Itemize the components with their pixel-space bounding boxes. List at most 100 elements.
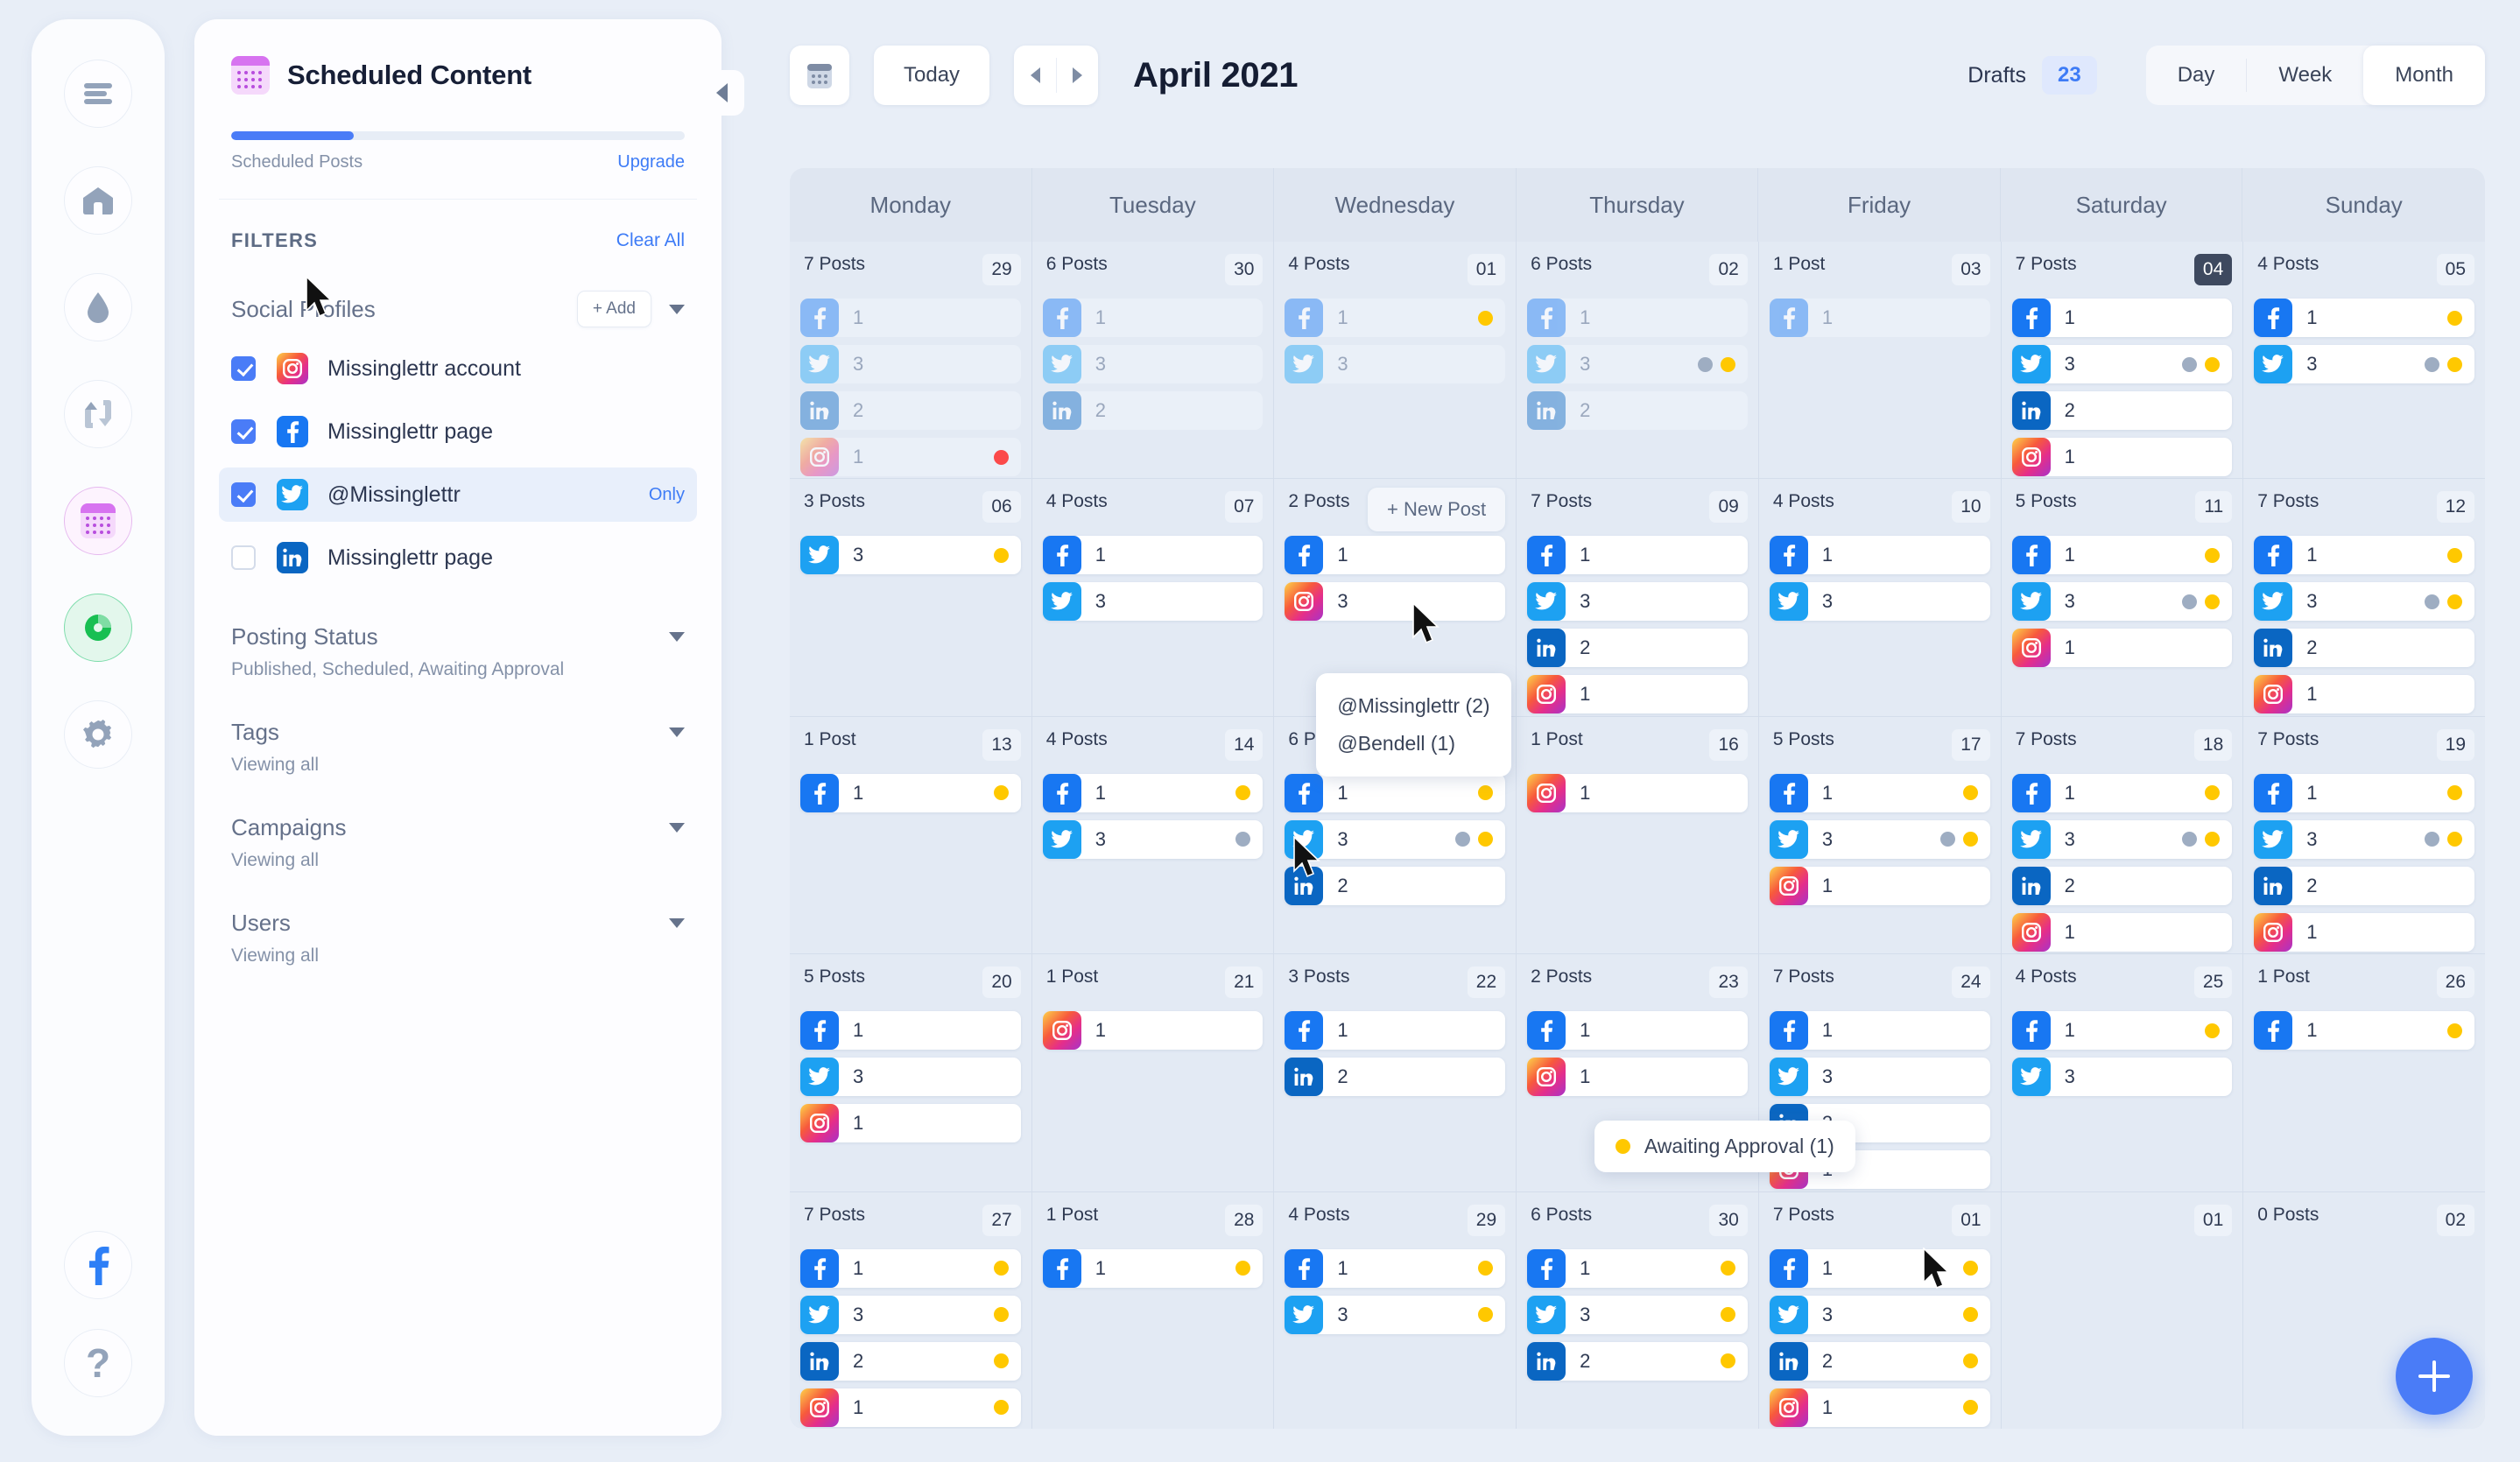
status-dot-yellow[interactable] <box>1478 310 1494 326</box>
post-row[interactable]: 2 <box>1285 1058 1506 1097</box>
post-row[interactable]: 1 <box>1285 1248 1506 1288</box>
status-dot-yellow[interactable] <box>1478 785 1494 801</box>
status-dot-yellow[interactable] <box>2205 356 2221 372</box>
post-row[interactable]: 1 <box>2011 438 2233 476</box>
status-dot-yellow[interactable] <box>993 547 1009 563</box>
status-dot-yellow[interactable] <box>993 1261 1009 1276</box>
status-dot-yellow[interactable] <box>2205 832 2221 847</box>
status-dot-yellow[interactable] <box>2447 1023 2462 1038</box>
new-post-button[interactable]: + New Post <box>1368 488 1506 532</box>
post-row[interactable]: 1 <box>1527 1248 1748 1288</box>
calendar-day-cell[interactable]: 4 Posts 05 1 3 <box>2243 242 2485 479</box>
post-row[interactable]: 1 <box>1769 773 1990 812</box>
calendar-day-cell[interactable]: 4 Posts 10 1 3 <box>1758 479 2001 716</box>
post-row[interactable]: 2 <box>1769 1341 1990 1381</box>
post-row[interactable]: 1 <box>800 1388 1021 1427</box>
calendar-day-cell[interactable]: 3 Posts 22 1 2 <box>1274 954 1517 1191</box>
chevron-down-icon[interactable] <box>669 823 685 833</box>
filter-section-header[interactable]: Tags <box>231 719 685 746</box>
status-dot-grey[interactable] <box>1939 832 1955 847</box>
post-row[interactable]: 1 <box>1769 1248 1990 1288</box>
post-row[interactable]: 3 <box>2254 345 2474 383</box>
calendar-day-cell[interactable]: 4 Posts 14 1 3 <box>1031 716 1274 954</box>
upgrade-link[interactable]: Upgrade <box>617 152 685 172</box>
status-dot-yellow[interactable] <box>2205 1023 2221 1038</box>
calendar-day-cell[interactable]: 4 Posts 25 1 3 <box>2001 954 2243 1191</box>
calendar-day-cell[interactable]: 4 Posts 07 1 3 <box>1031 479 1274 716</box>
filter-section-header[interactable]: Users <box>231 910 685 937</box>
status-dot-grey[interactable] <box>1697 356 1713 372</box>
post-row[interactable]: 3 <box>2011 345 2233 383</box>
chevron-down-icon[interactable] <box>669 727 685 737</box>
post-row[interactable]: 3 <box>1527 345 1748 383</box>
post-row[interactable]: 1 <box>1527 299 1748 337</box>
post-row[interactable]: 2 <box>2011 391 2233 430</box>
calendar-icon-button[interactable] <box>64 487 132 555</box>
calendar-day-cell[interactable]: 1 Post 13 1 <box>790 716 1031 954</box>
calendar-day-cell[interactable]: 6 Posts 30 1 3 2 <box>1517 1191 1758 1429</box>
post-row[interactable]: 1 <box>2254 1011 2474 1051</box>
profile-checkbox[interactable] <box>231 482 256 507</box>
calendar-day-cell[interactable]: 4 Posts 01 1 3 <box>1274 242 1517 479</box>
calendar-day-cell[interactable]: 4 Posts 29 1 3 <box>1274 1191 1517 1429</box>
post-row[interactable]: 3 <box>1285 1295 1506 1334</box>
status-dot-yellow[interactable] <box>2447 547 2462 563</box>
calendar-day-cell[interactable]: 1 Post 03 1 <box>1758 242 2001 479</box>
post-row[interactable]: 3 <box>2011 819 2233 859</box>
status-dot-yellow[interactable] <box>1962 785 1978 801</box>
calendar-day-cell[interactable]: 3 Posts 06 3 <box>790 479 1031 716</box>
calendar-day-cell[interactable]: 7 Posts 04 1 3 2 1 <box>2001 242 2243 479</box>
status-dot-yellow[interactable] <box>993 1307 1009 1323</box>
status-dot-yellow[interactable] <box>2205 547 2221 563</box>
filter-section-header[interactable]: Posting Status <box>231 623 685 650</box>
post-row[interactable]: 1 <box>1769 1388 1990 1427</box>
post-row[interactable]: 1 <box>1527 773 1748 812</box>
post-row[interactable]: 3 <box>800 1295 1021 1334</box>
status-dot-red[interactable] <box>993 449 1009 465</box>
status-dot-yellow[interactable] <box>993 785 1009 801</box>
post-row[interactable]: 2 <box>1042 391 1264 430</box>
post-row[interactable]: 1 <box>1285 1011 1506 1051</box>
status-dot-yellow[interactable] <box>1478 1307 1494 1323</box>
post-row[interactable]: 1 <box>2011 773 2233 812</box>
status-dot-grey[interactable] <box>2425 356 2439 372</box>
drip-icon-button[interactable] <box>64 273 132 341</box>
status-dot-grey[interactable] <box>2182 832 2198 847</box>
next-month-button[interactable] <box>1056 67 1098 83</box>
drafts-count-badge[interactable]: 23 <box>2041 56 2097 95</box>
status-dot-yellow[interactable] <box>1720 1307 1735 1323</box>
social-profile-row[interactable]: Missinglettr page <box>219 404 697 459</box>
status-dot-yellow[interactable] <box>1962 1261 1978 1276</box>
status-dot-grey[interactable] <box>1455 832 1471 847</box>
post-row[interactable]: 1 <box>1769 1011 1990 1051</box>
curate-icon-button[interactable] <box>64 380 132 448</box>
post-row[interactable]: 1 <box>1285 773 1506 812</box>
post-row[interactable]: 3 <box>800 536 1021 575</box>
calendar-day-cell[interactable]: 7 Posts 19 1 3 2 1 <box>2243 716 2485 954</box>
status-dot-yellow[interactable] <box>1962 832 1978 847</box>
post-row[interactable]: 3 <box>1285 819 1506 859</box>
post-row[interactable]: 1 <box>800 773 1021 812</box>
post-row[interactable]: 1 <box>2254 912 2474 952</box>
social-profile-row[interactable]: Missinglettr page <box>219 531 697 585</box>
post-row[interactable]: 3 <box>1769 1058 1990 1097</box>
status-dot-yellow[interactable] <box>993 1400 1009 1416</box>
post-row[interactable]: 1 <box>2011 912 2233 952</box>
status-dot-yellow[interactable] <box>1962 1353 1978 1369</box>
calendar-day-cell[interactable]: 7 Posts 09 1 3 2 1 <box>1517 479 1758 716</box>
status-dot-grey[interactable] <box>2425 594 2439 609</box>
post-row[interactable]: 1 <box>2011 536 2233 575</box>
calendar-day-cell[interactable]: 1 Post 28 1 <box>1031 1191 1274 1429</box>
post-row[interactable]: 2 <box>1527 391 1748 430</box>
calendar-day-cell[interactable]: 7 Posts 01 1 3 2 1 <box>1758 1191 2001 1429</box>
calendar-picker-button[interactable] <box>790 46 849 105</box>
post-row[interactable]: 1 <box>1527 1058 1748 1097</box>
status-dot-yellow[interactable] <box>1962 1400 1978 1416</box>
calendar-day-cell[interactable]: 7 Posts 27 1 3 2 1 <box>790 1191 1031 1429</box>
calendar-day-cell[interactable]: 5 Posts 17 1 3 1 <box>1758 716 2001 954</box>
status-dot-yellow[interactable] <box>1720 1353 1735 1369</box>
today-button[interactable]: Today <box>874 46 990 105</box>
menu-icon-button[interactable] <box>64 60 132 128</box>
post-row[interactable]: 3 <box>2011 1058 2233 1097</box>
post-row[interactable]: 2 <box>800 391 1021 430</box>
